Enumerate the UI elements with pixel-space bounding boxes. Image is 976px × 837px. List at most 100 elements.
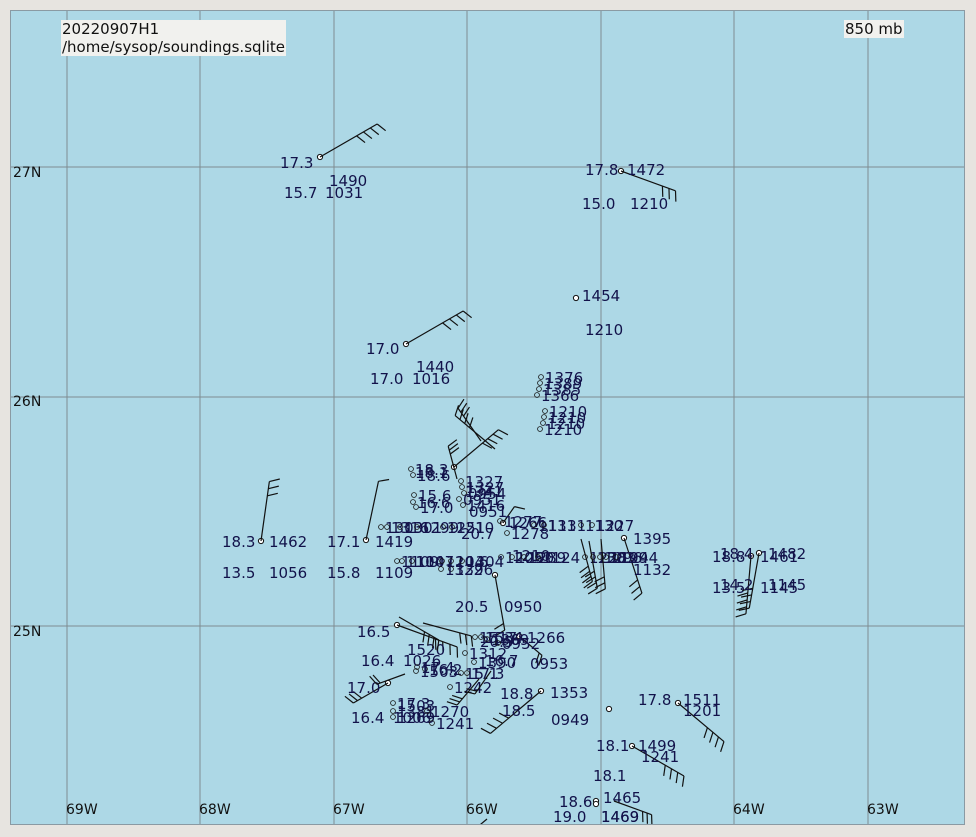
wind-barb-flag (449, 318, 459, 327)
wind-barb-flag (267, 492, 278, 497)
station-temperature: 17.0 (347, 679, 380, 697)
station-marker (408, 466, 414, 472)
database-path: /home/sysop/soundings.sqlite (62, 38, 285, 56)
wind-barb-flag (708, 732, 714, 743)
station-marker (410, 499, 416, 505)
station-height: 1353 (550, 684, 588, 702)
overlapping-observation: 1295 (617, 822, 655, 825)
station-temperature: 18.1 (596, 737, 629, 755)
station-dewpoint: 14.2 (720, 576, 753, 594)
station-time: 1031 (325, 184, 363, 202)
map-panel: 17.3 15.7 1490 1031 17.8 15.0 1472 1210 1454 1210… (10, 10, 965, 825)
lon-label-63w: 63W (867, 802, 899, 818)
station-dewpoint: 16.4 (351, 709, 384, 727)
station-marker (378, 524, 384, 530)
station-marker (472, 634, 478, 640)
overlapping-observation: 17.0 (420, 499, 453, 517)
station-marker (394, 558, 400, 564)
wind-barb-staff (480, 818, 488, 824)
wind-barb-staff (319, 123, 378, 158)
station-temperature: 19.0 (553, 808, 586, 825)
station-time: 0950 (504, 598, 542, 616)
wind-barb-flag (457, 398, 465, 409)
wind-barb-flag (356, 135, 366, 144)
station-marker (541, 414, 547, 420)
wind-barb-flag (268, 485, 279, 490)
wind-barb-flag (631, 586, 641, 594)
wind-barb-flag (378, 478, 390, 482)
station-height: 1462 (269, 533, 307, 551)
wind-barb-flag (633, 592, 643, 601)
wind-barb-flag (269, 478, 280, 483)
station-temperature: 18.8 (500, 685, 533, 703)
station-temperature: 17.8 (585, 161, 618, 179)
wind-barb-flag (369, 127, 380, 136)
wind-barb-flag (675, 772, 679, 784)
station-time: 1016 (412, 370, 450, 388)
lat-label-26n: 26N (13, 394, 42, 410)
overlapping-observation: 1210 (544, 421, 582, 439)
station-time: 1201 (683, 702, 721, 720)
overlapping-observation: 0952 (502, 635, 540, 653)
overlapping-observation: 1503 (420, 663, 458, 681)
station-dewpoint: 15.7 (284, 184, 317, 202)
station-marker (542, 408, 548, 414)
station-marker (537, 426, 543, 432)
overlapping-observation: 18.6 (417, 467, 450, 485)
station-marker (605, 705, 613, 713)
station-time: 1241 (641, 748, 679, 766)
station-marker (537, 380, 543, 386)
wind-barb-flag (669, 768, 673, 780)
run-id: 20220907H1 (62, 20, 160, 38)
wind-barb-flag (585, 576, 596, 584)
lon-label-66w: 66W (466, 802, 498, 818)
station-dewpoint: 15.0 (582, 195, 615, 213)
wind-barb-flag (492, 433, 503, 440)
wind-barb-flag (344, 695, 354, 704)
lon-label-67w: 67W (333, 802, 365, 818)
station-temperature: 18.3 (222, 533, 255, 551)
station-time: 1210 (585, 321, 623, 339)
wind-barb-flag (586, 582, 597, 589)
station-dewpoint: 18.5 (502, 702, 535, 720)
wind-barb-flag (487, 438, 498, 445)
wind-barb-staff (457, 407, 482, 442)
wind-barb-flag (460, 402, 468, 413)
station-time: 0953 (530, 655, 568, 673)
station-temperature: 17.8 (638, 691, 671, 709)
station-marker (447, 684, 453, 690)
level-label: 850 mb (844, 20, 904, 38)
wind-barb-flag (583, 581, 593, 589)
wind-barb-staff (405, 310, 464, 345)
wind-barb-flag (714, 736, 720, 748)
wind-barb-flag (681, 775, 685, 787)
station-dewpoint: 16.4 (361, 652, 394, 670)
station-marker (592, 800, 600, 808)
lat-label-25n: 25N (13, 624, 42, 640)
wind-barb-flag (498, 429, 509, 436)
station-time: 0949 (551, 711, 589, 729)
station-height: 1482 (768, 545, 806, 563)
wind-barb-flag (376, 123, 386, 132)
station-time: 1145 (768, 576, 806, 594)
station-marker (538, 374, 544, 380)
station-dewpoint: 17.0 (370, 370, 403, 388)
wind-barb-flag (455, 314, 466, 323)
lon-label-64w: 64W (733, 802, 765, 818)
lon-label-69w: 69W (66, 802, 98, 818)
station-temperature: 17.3 (280, 154, 313, 172)
station-temperature: 17.0 (366, 340, 399, 358)
wind-barb-staff (365, 481, 380, 541)
overlapping-observation: 1210 (456, 519, 494, 537)
map-plot: 17.315.71490103117.815.01472121014541210… (11, 11, 964, 825)
station-height: 1395 (633, 530, 671, 548)
wind-barb-flag (628, 579, 639, 588)
station-temperature: 17.1 (327, 533, 360, 551)
overlapping-observation: 1416 (467, 497, 505, 515)
station-temperature: 18.4 (720, 545, 753, 563)
wind-barb-flag (735, 613, 747, 618)
station-dewpoint: 15.8 (327, 564, 360, 582)
wind-barb-flag (720, 741, 725, 752)
station-height: 1472 (627, 161, 665, 179)
station-marker (411, 492, 417, 498)
